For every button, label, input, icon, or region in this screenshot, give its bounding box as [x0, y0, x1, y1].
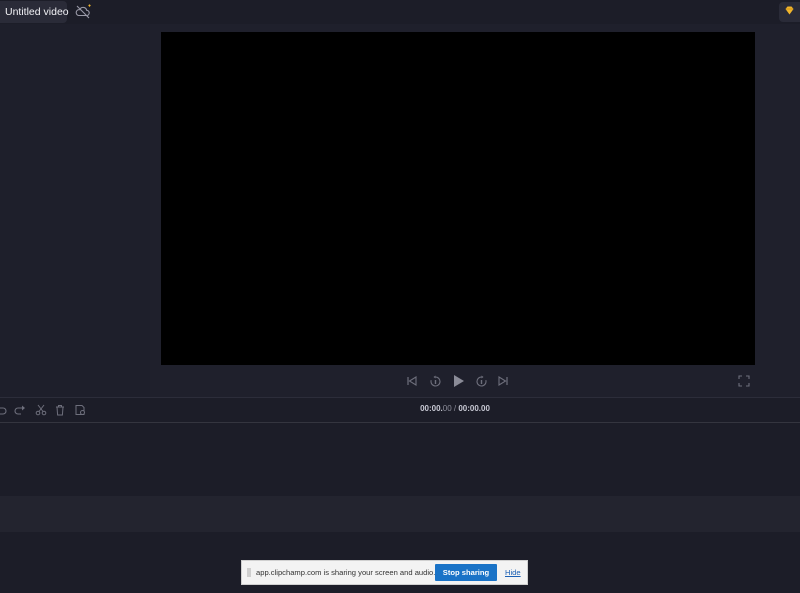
media-panel — [0, 24, 150, 397]
hide-link[interactable]: Hide — [505, 568, 521, 577]
stop-sharing-button[interactable]: Stop sharing — [435, 564, 497, 581]
timeline-track-area[interactable] — [0, 423, 800, 496]
scissors-icon[interactable] — [34, 403, 48, 417]
premium-button[interactable] — [779, 2, 800, 22]
timeline-track-strip[interactable] — [0, 496, 800, 532]
redo-icon[interactable] — [13, 403, 27, 417]
fullscreen-icon[interactable] — [737, 373, 751, 389]
current-time: 00:00. — [420, 404, 443, 413]
save-icon[interactable] — [73, 403, 87, 417]
total-time: 00:00.00 — [458, 404, 490, 413]
drag-handle-icon[interactable] — [247, 568, 251, 577]
skip-back-icon[interactable] — [405, 373, 419, 389]
cloud-offline-icon[interactable] — [74, 3, 92, 21]
skip-forward-icon[interactable] — [496, 373, 510, 389]
diamond-icon — [785, 6, 794, 15]
undo-icon[interactable] — [0, 403, 8, 417]
forward-5-icon[interactable] — [474, 373, 488, 389]
timecode: 00:00.00 / 00:00.00 — [400, 404, 510, 413]
play-icon[interactable] — [451, 373, 465, 389]
sharing-message: app.clipchamp.com is sharing your screen… — [256, 568, 436, 577]
current-time-fraction: 00 — [442, 404, 452, 413]
video-preview-canvas[interactable] — [161, 32, 755, 365]
timeline-toolbar: 00:00.00 / 00:00.00 — [0, 398, 800, 422]
rewind-5-icon[interactable] — [428, 373, 442, 389]
screen-sharing-bar: app.clipchamp.com is sharing your screen… — [241, 560, 528, 585]
trash-icon[interactable] — [53, 403, 67, 417]
project-title[interactable]: Untitled video — [0, 1, 69, 23]
top-bar: Untitled video — [0, 0, 800, 24]
playback-controls — [0, 373, 800, 391]
